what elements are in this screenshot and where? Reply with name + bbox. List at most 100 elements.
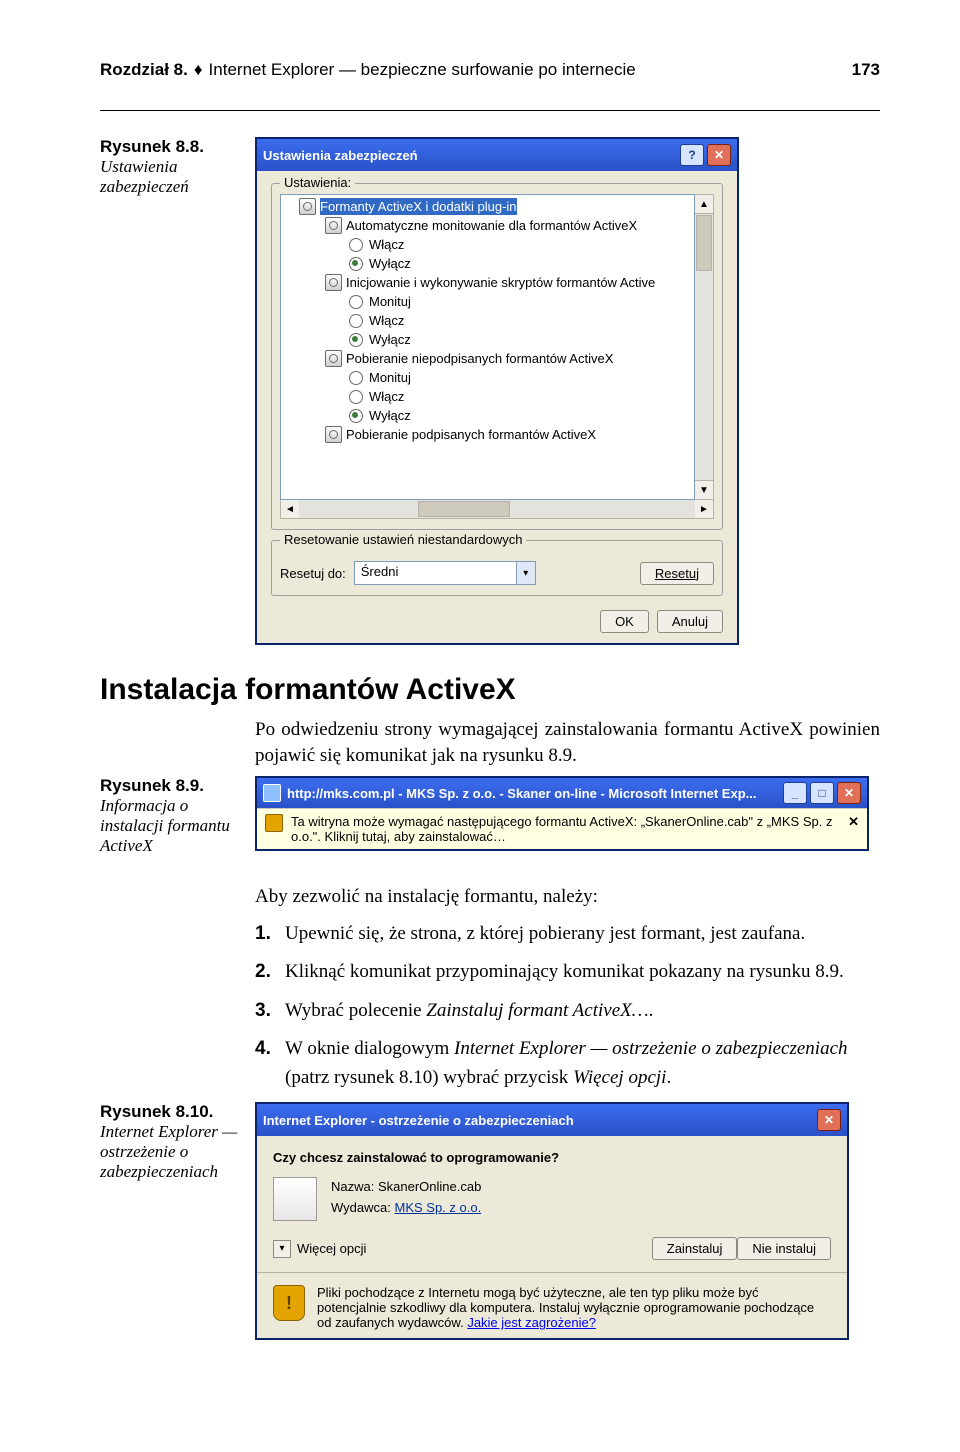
reset-group: Resetowanie ustawień niestandardowych Re… [271, 540, 723, 596]
tree-item[interactable]: Formanty ActiveX i dodatki plug-in [320, 198, 517, 215]
tree-item[interactable]: Pobieranie niepodpisanych formantów Acti… [346, 350, 613, 367]
ie-infobar-window: http://mks.com.pl - MKS Sp. z o.o. - Ska… [255, 776, 869, 851]
gear-icon [325, 274, 342, 291]
paragraph: Aby zezwolić na instalację formantu, nal… [255, 884, 880, 910]
tree-item[interactable]: Automatyczne monitowanie dla formantów A… [346, 217, 637, 234]
publisher-label: Wydawca: [331, 1200, 391, 1215]
security-settings-dialog: Ustawienia zabezpieczeń ? ✕ Ustawienia: … [255, 137, 739, 645]
figure-8-9-label: Rysunek 8.9. [100, 776, 204, 795]
step-number: 2. [255, 958, 285, 987]
page-header: Rozdział 8. ♦ Internet Explorer — bezpie… [100, 60, 880, 80]
tree-option[interactable]: Włącz [369, 388, 404, 405]
figure-8-10-caption: Rysunek 8.10. Internet Explorer — ostrze… [100, 1102, 255, 1182]
section-heading: Instalacja formantów ActiveX [100, 673, 880, 707]
header-rule [100, 110, 880, 111]
maximize-button[interactable]: □ [810, 782, 834, 804]
instructions-list: 1.Upewnić się, że strona, z której pobie… [255, 920, 880, 1093]
page-number: 173 [852, 60, 880, 80]
dont-install-button[interactable]: Nie instaluj [737, 1237, 831, 1260]
figure-8-10-label: Rysunek 8.10. [100, 1102, 213, 1121]
gear-icon [325, 426, 342, 443]
tree-option[interactable]: Wyłącz [369, 255, 411, 272]
risk-link[interactable]: Jakie jest zagrożenie? [467, 1315, 596, 1330]
figure-8-9-caption: Rysunek 8.9. Informacja o instalacji for… [100, 776, 255, 856]
radio-icon[interactable] [349, 295, 363, 309]
scroll-left-icon[interactable]: ◄ [281, 500, 299, 518]
horizontal-scrollbar[interactable]: ◄ ► [280, 500, 714, 519]
radio-icon[interactable] [349, 314, 363, 328]
step-number: 1. [255, 920, 285, 949]
publisher-link[interactable]: MKS Sp. z o.o. [394, 1200, 481, 1215]
figure-8-8-label: Rysunek 8.8. [100, 137, 204, 156]
step-text: Wybrać polecenie Zainstaluj formant Acti… [285, 997, 880, 1026]
tree-option[interactable]: Wyłącz [369, 331, 411, 348]
chapter-label: Rozdział 8. [100, 60, 188, 80]
figure-8-8-caption: Rysunek 8.8. Ustawienia zabezpieczeń [100, 137, 255, 197]
scroll-up-icon[interactable]: ▲ [695, 195, 713, 214]
gear-icon [325, 350, 342, 367]
ok-button[interactable]: OK [600, 610, 649, 633]
tree-item[interactable]: Inicjowanie i wykonywanie skryptów forma… [346, 274, 655, 291]
radio-icon[interactable] [349, 409, 363, 423]
figure-8-9-text: Informacja o instalacji formantu ActiveX [100, 796, 230, 855]
file-details: Nazwa: SkanerOnline.cab Wydawca: MKS Sp.… [331, 1177, 481, 1219]
dialog-title: Internet Explorer - ostrzeżenie o zabezp… [263, 1113, 814, 1128]
name-label: Nazwa: [331, 1179, 374, 1194]
caution-text: Pliki pochodzące z Internetu mogą być uż… [317, 1285, 831, 1330]
shield-icon [265, 814, 283, 832]
chevron-down-icon[interactable]: ▾ [516, 562, 535, 584]
tree-option[interactable]: Monituj [369, 369, 411, 386]
dialog-titlebar: Ustawienia zabezpieczeń ? ✕ [257, 139, 737, 171]
file-icon [273, 1177, 317, 1221]
tree-item[interactable]: Pobieranie podpisanych formantów ActiveX [346, 426, 596, 443]
dismiss-icon[interactable]: ✕ [848, 814, 859, 830]
settings-group: Ustawienia: Formanty ActiveX i dodatki p… [271, 183, 723, 530]
cancel-button[interactable]: Anuluj [657, 610, 723, 633]
reset-button[interactable]: Resetuj [640, 562, 714, 585]
vertical-scrollbar[interactable]: ▲ ▼ [695, 194, 714, 500]
separator [257, 1272, 847, 1273]
activex-infobar[interactable]: Ta witryna może wymagać następującego fo… [257, 808, 867, 849]
shield-warning-icon [273, 1285, 305, 1321]
close-button[interactable]: ✕ [707, 144, 731, 166]
scroll-down-icon[interactable]: ▼ [695, 480, 713, 499]
chevron-down-icon: ▾ [273, 1240, 291, 1258]
reset-level-select[interactable]: Średni ▾ [354, 561, 536, 585]
close-button[interactable]: ✕ [817, 1109, 841, 1131]
radio-icon[interactable] [349, 257, 363, 271]
gear-icon [299, 198, 316, 215]
gear-icon [325, 217, 342, 234]
more-options-label: Więcej opcji [297, 1241, 366, 1256]
tree-option[interactable]: Włącz [369, 312, 404, 329]
radio-icon[interactable] [349, 333, 363, 347]
step-text: W oknie dialogowym Internet Explorer — o… [285, 1035, 880, 1092]
scroll-right-icon[interactable]: ► [695, 500, 713, 518]
warning-question: Czy chcesz zainstalować to oprogramowani… [273, 1150, 831, 1165]
ie-icon [263, 784, 281, 802]
settings-tree[interactable]: Formanty ActiveX i dodatki plug-in Autom… [280, 194, 695, 500]
tree-option[interactable]: Monituj [369, 293, 411, 310]
radio-icon[interactable] [349, 371, 363, 385]
scroll-thumb[interactable] [418, 501, 510, 517]
install-button[interactable]: Zainstaluj [652, 1237, 738, 1260]
ie-titlebar: http://mks.com.pl - MKS Sp. z o.o. - Ska… [257, 778, 867, 808]
paragraph: Po odwiedzeniu strony wymagającej zainst… [255, 717, 880, 768]
radio-icon[interactable] [349, 390, 363, 404]
more-options-toggle[interactable]: ▾ Więcej opcji [273, 1240, 366, 1258]
ie-window-title: http://mks.com.pl - MKS Sp. z o.o. - Ska… [287, 786, 780, 801]
tree-option[interactable]: Włącz [369, 236, 404, 253]
scroll-thumb[interactable] [696, 215, 712, 271]
reset-group-label: Resetowanie ustawień niestandardowych [280, 532, 526, 547]
minimize-button[interactable]: _ [783, 782, 807, 804]
separator-diamond: ♦ [194, 60, 203, 80]
dialog-title: Ustawienia zabezpieczeń [263, 148, 677, 163]
step-number: 3. [255, 997, 285, 1026]
tree-option[interactable]: Wyłącz [369, 407, 411, 424]
figure-8-8-text: Ustawienia zabezpieczeń [100, 157, 189, 196]
close-button[interactable]: ✕ [837, 782, 861, 804]
security-warning-dialog: Internet Explorer - ostrzeżenie o zabezp… [255, 1102, 849, 1340]
step-number: 4. [255, 1035, 285, 1092]
help-button[interactable]: ? [680, 144, 704, 166]
radio-icon[interactable] [349, 238, 363, 252]
caution-message: Pliki pochodzące z Internetu mogą być uż… [273, 1285, 831, 1330]
